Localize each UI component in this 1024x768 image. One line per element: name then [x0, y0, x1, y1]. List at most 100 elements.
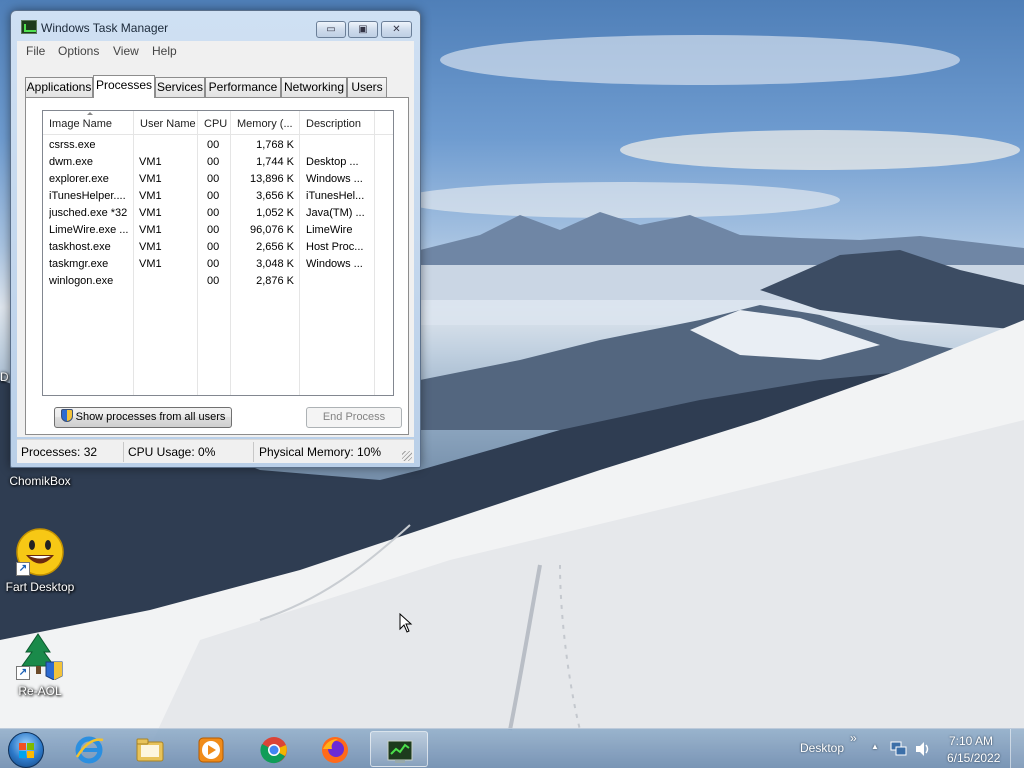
cell-cpu: 00 [207, 241, 220, 253]
desktop-toolbar-label[interactable]: Desktop [800, 741, 844, 755]
volume-icon[interactable] [914, 741, 932, 757]
windows-logo-icon [19, 743, 35, 759]
network-icon[interactable] [890, 741, 908, 757]
table-row[interactable]: jusched.exe *32 VM1 00 1,052 K Java(TM) … [43, 205, 393, 222]
taskbar-internet-explorer[interactable] [60, 731, 118, 767]
chrome-icon [260, 737, 287, 764]
cell-memory: 1,768 K [256, 139, 294, 151]
cell-image-name: LimeWire.exe ... [49, 224, 129, 236]
tab-performance[interactable]: Performance [205, 77, 281, 97]
column-header-cpu[interactable]: CPU [198, 111, 231, 135]
tab-users[interactable]: Users [347, 77, 387, 97]
table-row[interactable]: dwm.exe VM1 00 1,744 K Desktop ... [43, 154, 393, 171]
aol-tree-icon: ↗ [16, 632, 64, 681]
cell-description: Host Proc... [306, 241, 364, 253]
table-row[interactable]: explorer.exe VM1 00 13,896 K Windows ... [43, 171, 393, 188]
resize-grip-icon[interactable] [402, 451, 412, 461]
menu-options[interactable]: Options [58, 44, 99, 58]
cell-memory: 3,656 K [256, 190, 294, 202]
cell-image-name: winlogon.exe [49, 275, 114, 287]
cell-user-name: VM1 [139, 190, 162, 202]
mouse-cursor-icon [399, 613, 413, 633]
taskbar-firefox[interactable] [306, 731, 364, 767]
cell-memory: 2,876 K [256, 275, 294, 287]
cell-image-name: explorer.exe [49, 173, 109, 185]
desktop-icon-chomikbox[interactable]: ChomikBox [0, 474, 80, 488]
show-hidden-icons-arrow[interactable]: ▲ [871, 742, 879, 751]
window-title: Windows Task Manager [41, 21, 169, 35]
table-row[interactable]: LimeWire.exe ... VM1 00 96,076 K LimeWir… [43, 222, 393, 239]
process-rows: csrss.exe 00 1,768 K dwm.exe VM1 00 1,74… [43, 137, 393, 290]
column-header-description[interactable]: Description [300, 111, 375, 135]
taskbar-windows-explorer[interactable] [121, 731, 179, 767]
cell-image-name: taskmgr.exe [49, 258, 109, 270]
desktop-icon-re-aol[interactable]: ↗ Re-AOL [0, 632, 80, 698]
cell-image-name: jusched.exe *32 [49, 207, 128, 219]
desktop-icon-label: Re-AOL [18, 684, 62, 698]
start-button[interactable] [8, 732, 44, 768]
cell-memory: 2,656 K [256, 241, 294, 253]
cell-image-name: dwm.exe [49, 156, 94, 168]
tab-processes[interactable]: Processes [93, 75, 155, 98]
status-processes: Processes: 32 [21, 445, 98, 459]
clock-date[interactable]: 6/15/2022 [947, 751, 1000, 765]
cell-image-name: taskhost.exe [49, 241, 111, 253]
cell-cpu: 00 [207, 190, 220, 202]
cell-memory: 3,048 K [256, 258, 294, 270]
cell-description: Java(TM) ... [306, 207, 365, 219]
tab-services[interactable]: Services [155, 77, 205, 97]
taskbar-chrome[interactable] [245, 731, 303, 767]
taskbar-media-player[interactable] [182, 731, 240, 767]
tab-networking[interactable]: Networking [281, 77, 347, 97]
desktop-icon-label: Fart Desktop [5, 580, 75, 594]
table-row[interactable]: taskmgr.exe VM1 00 3,048 K Windows ... [43, 256, 393, 273]
process-list[interactable]: Image Name User Name CPU Memory (... Des… [42, 110, 394, 396]
cell-description: LimeWire [306, 224, 353, 236]
cell-memory: 1,744 K [256, 156, 294, 168]
show-all-processes-button[interactable]: Show processes from all users [54, 407, 232, 428]
minimize-button[interactable]: ▭ [316, 21, 346, 38]
status-divider [123, 442, 124, 462]
table-row[interactable]: iTunesHelper.... VM1 00 3,656 K iTunesHe… [43, 188, 393, 205]
menu-file[interactable]: File [26, 44, 45, 58]
close-button[interactable]: ✕ [381, 21, 412, 38]
cell-user-name: VM1 [139, 224, 162, 236]
cell-image-name: csrss.exe [49, 139, 96, 151]
shortcut-arrow-icon: ↗ [16, 666, 30, 680]
notification-area: Desktop » ▲ 7:10 AM 6/15/2022 [782, 729, 1024, 768]
column-header-image-name[interactable]: Image Name [43, 111, 134, 135]
cell-cpu: 00 [207, 173, 220, 185]
cell-user-name: VM1 [139, 258, 162, 270]
show-desktop-button[interactable] [1010, 729, 1024, 768]
cell-cpu: 00 [207, 156, 220, 168]
window-client: Applications Processes Services Performa… [17, 61, 414, 437]
status-bar: Processes: 32 CPU Usage: 0% Physical Mem… [17, 439, 414, 463]
status-cpu-usage: CPU Usage: 0% [128, 445, 216, 459]
cell-memory: 1,052 K [256, 207, 294, 219]
column-header-memory[interactable]: Memory (... [231, 111, 300, 135]
windows-explorer-icon [136, 738, 164, 762]
cell-user-name: VM1 [139, 173, 162, 185]
tab-applications[interactable]: Applications [25, 77, 93, 97]
taskbar-task-manager[interactable] [370, 731, 428, 767]
table-row[interactable]: winlogon.exe 00 2,876 K [43, 273, 393, 290]
column-header-user-name[interactable]: User Name [134, 111, 198, 135]
cell-description: Desktop ... [306, 156, 359, 168]
cell-user-name: VM1 [139, 207, 162, 219]
media-player-icon [198, 737, 224, 763]
processes-panel: Image Name User Name CPU Memory (... Des… [25, 97, 409, 435]
desktop-icon-fart-desktop[interactable]: ↗ Fart Desktop [0, 528, 80, 594]
cell-description: Windows ... [306, 258, 363, 270]
menu-view[interactable]: View [113, 44, 139, 58]
end-process-button[interactable]: End Process [306, 407, 402, 428]
title-bar[interactable]: Windows Task Manager ▭ ▣ ✕ [11, 11, 420, 41]
menu-bar: File Options View Help [17, 41, 414, 61]
toolbar-chevron-icon[interactable]: » [850, 731, 857, 745]
desktop-icon-label: ChomikBox [9, 474, 71, 488]
status-divider [253, 442, 254, 462]
maximize-button[interactable]: ▣ [348, 21, 378, 38]
menu-help[interactable]: Help [152, 44, 177, 58]
table-row[interactable]: csrss.exe 00 1,768 K [43, 137, 393, 154]
table-row[interactable]: taskhost.exe VM1 00 2,656 K Host Proc... [43, 239, 393, 256]
clock-time[interactable]: 7:10 AM [949, 734, 993, 748]
